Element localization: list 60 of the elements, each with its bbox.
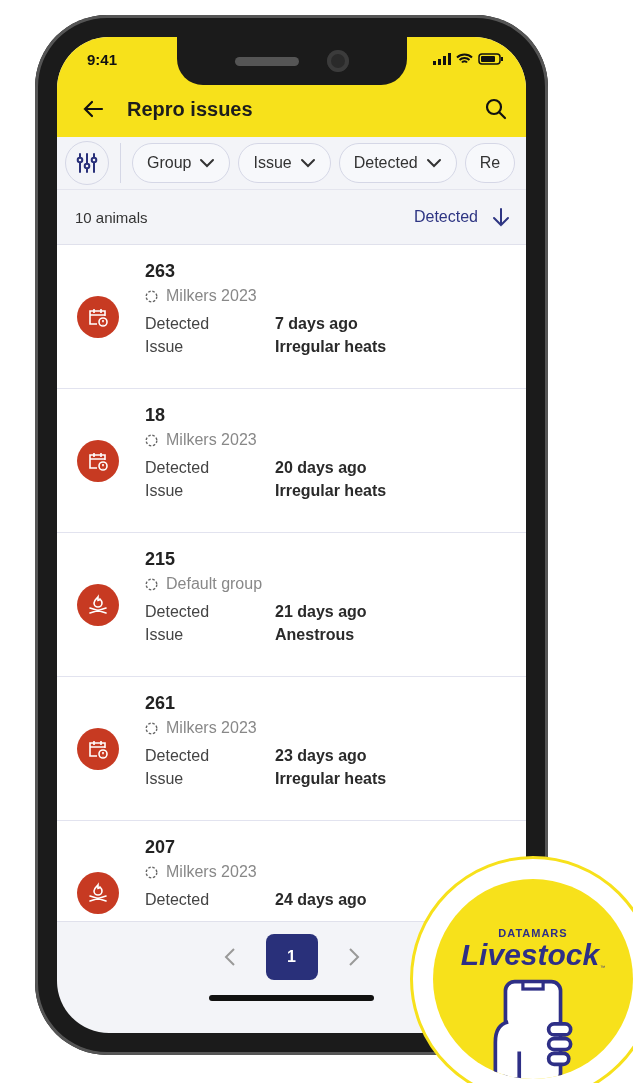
field-value: Irregular heats xyxy=(275,338,387,356)
flame-cross-icon xyxy=(86,881,110,905)
animal-id: 215 xyxy=(145,549,177,570)
status-time: 9:41 xyxy=(87,50,118,68)
dashed-circle-icon xyxy=(145,865,158,879)
group-name: Milkers 2023 xyxy=(166,719,257,737)
field-value: Irregular heats xyxy=(275,482,387,500)
brand-name: DATAMARS xyxy=(498,927,568,939)
chevron-down-icon xyxy=(425,158,442,168)
search-button[interactable] xyxy=(484,97,508,121)
field-label: Issue xyxy=(145,770,185,788)
sliders-icon xyxy=(76,152,98,174)
field-label: Detected xyxy=(145,747,211,765)
arrow-down-icon xyxy=(492,207,510,227)
dashed-circle-icon xyxy=(145,577,158,591)
field-value: 21 days ago xyxy=(275,603,367,621)
field-label: Detected xyxy=(145,315,211,333)
signal-icon xyxy=(433,53,451,65)
filter-settings-button[interactable] xyxy=(65,141,109,185)
chevron-down-icon xyxy=(199,158,216,168)
field-label: Detected xyxy=(145,891,211,909)
animal-count: 10 animals xyxy=(75,208,148,226)
page-title: Repro issues xyxy=(127,97,254,121)
previous-page-button[interactable] xyxy=(223,947,236,967)
wifi-icon xyxy=(456,53,473,65)
field-label: Detected xyxy=(145,459,211,477)
dashed-circle-icon xyxy=(145,433,158,447)
sort-button[interactable]: Detected xyxy=(413,207,510,227)
group-name: Milkers 2023 xyxy=(166,431,257,449)
dashed-circle-icon xyxy=(145,721,158,735)
next-page-button[interactable] xyxy=(347,947,360,967)
animal-id: 263 xyxy=(145,261,177,282)
field-label: Issue xyxy=(145,482,185,500)
animal-id: 18 xyxy=(145,405,167,426)
group-name: Milkers 2023 xyxy=(166,863,257,881)
field-value: Anestrous xyxy=(275,626,356,644)
front-camera xyxy=(326,50,349,72)
flame-cross-icon xyxy=(86,593,110,617)
field-label: Issue xyxy=(145,338,185,356)
animal-id: 207 xyxy=(145,837,177,858)
field-value: 24 days ago xyxy=(275,891,367,909)
speaker-grille xyxy=(234,56,299,66)
filter-chip[interactable]: Group xyxy=(132,143,231,183)
product-name: Livestock xyxy=(460,940,600,970)
chevron-down-icon xyxy=(299,158,316,168)
animal-id: 261 xyxy=(145,693,177,714)
field-value: 23 days ago xyxy=(275,747,368,765)
dashed-circle-icon xyxy=(145,289,158,303)
filter-chip[interactable]: Issue xyxy=(238,143,331,183)
field-label: Detected xyxy=(145,603,211,621)
field-value: 20 days ago xyxy=(275,459,368,477)
field-label: Issue xyxy=(145,626,185,644)
group-name: Milkers 2023 xyxy=(166,287,257,305)
filter-chip[interactable]: Detected xyxy=(338,143,457,183)
field-value: 7 days ago xyxy=(275,315,359,333)
battery-icon xyxy=(478,53,504,65)
page-button[interactable]: 1 xyxy=(265,934,318,980)
filter-chip[interactable]: Re xyxy=(464,143,516,183)
group-name: Default group xyxy=(166,575,263,593)
field-value: Irregular heats xyxy=(275,770,387,788)
